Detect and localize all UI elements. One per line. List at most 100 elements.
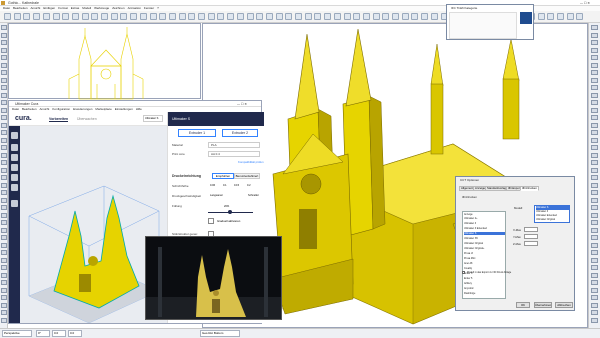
right-tool-button[interactable] (591, 235, 598, 240)
material-select[interactable]: PLA (208, 142, 260, 148)
toolbar-button[interactable] (265, 13, 273, 20)
right-tool-button[interactable] (591, 250, 598, 255)
toolbar-button[interactable] (333, 13, 341, 20)
toolbar-button[interactable] (130, 13, 138, 20)
left-tool-button[interactable] (1, 190, 7, 195)
layer-value[interactable]: 0.15 (234, 184, 239, 187)
right-tool-button[interactable] (591, 40, 598, 45)
list-item[interactable]: Anet A8 (464, 262, 505, 265)
left-tool-button[interactable] (1, 175, 7, 180)
layer-value[interactable]: 0.1 (223, 184, 227, 187)
right-tool-button[interactable] (591, 227, 598, 233)
x-max-field[interactable] (524, 227, 538, 232)
right-tool-button[interactable] (591, 272, 598, 278)
toolbar-button[interactable] (236, 13, 244, 20)
right-tool-button[interactable] (591, 175, 598, 180)
toolbar-button[interactable] (120, 13, 128, 20)
right-tool-button[interactable] (591, 115, 598, 120)
right-tool-button[interactable] (591, 212, 598, 218)
left-tool-button[interactable] (1, 317, 7, 323)
left-tool-button[interactable] (1, 152, 7, 158)
toolbar-button[interactable] (62, 13, 70, 20)
toolbar-button[interactable] (71, 13, 79, 20)
right-tool-button[interactable] (591, 190, 598, 195)
apply-button[interactable]: Übernehmen (534, 302, 552, 308)
toolbar-button[interactable] (295, 13, 302, 20)
viewport-front[interactable] (8, 23, 201, 100)
toolbar-button[interactable] (159, 13, 167, 20)
left-tool-button[interactable] (1, 272, 7, 278)
left-tool-button[interactable] (1, 137, 7, 143)
nozzle-select[interactable]: AA 0.4 (208, 151, 260, 157)
dropdown-option[interactable]: Ultimaker 3 (536, 210, 570, 214)
left-tool-button[interactable] (1, 40, 7, 45)
right-tool-button[interactable] (591, 317, 598, 323)
toolbar-button[interactable] (324, 13, 332, 20)
left-tool-button[interactable] (1, 220, 7, 225)
toolbar-button[interactable] (285, 13, 293, 20)
left-tool-button[interactable] (1, 265, 7, 270)
right-tool-button[interactable] (591, 47, 598, 53)
right-tool-button[interactable] (591, 205, 598, 210)
mode-recommended[interactable]: Empfohlen (212, 173, 234, 179)
right-tool-button[interactable] (591, 77, 598, 83)
toolbar-button[interactable] (4, 13, 11, 20)
toolbar-button[interactable] (372, 13, 380, 20)
left-tool-button[interactable] (1, 115, 7, 120)
right-tool-button[interactable] (591, 32, 598, 38)
layer-height-values[interactable]: 0.06 0.1 0.15 0.2 (210, 184, 260, 188)
list-item[interactable]: Prusa Mini (464, 257, 505, 260)
open-file-icon[interactable] (11, 132, 18, 139)
left-tool-button[interactable] (1, 130, 7, 135)
right-tool-button[interactable] (591, 310, 598, 315)
toolbar-button[interactable] (207, 13, 215, 20)
dialog-tab-3d-print[interactable]: 3D-Drucken (520, 186, 539, 191)
right-tool-button[interactable] (591, 122, 598, 128)
left-tool-button[interactable] (1, 257, 7, 263)
right-tool-button[interactable] (591, 137, 598, 143)
left-tool-button[interactable] (1, 310, 7, 315)
left-tool-button[interactable] (1, 280, 7, 285)
dropdown-option[interactable]: Ultimaker Original (536, 218, 570, 222)
right-tool-button[interactable] (591, 295, 598, 300)
right-tool-button[interactable] (591, 287, 598, 293)
toolbar-button[interactable] (343, 13, 351, 20)
toolbar-button[interactable] (227, 13, 235, 20)
left-tool-button[interactable] (1, 250, 7, 255)
left-tool-button[interactable] (1, 167, 7, 173)
list-item[interactable]: Ultimaker Original+ (464, 247, 505, 250)
right-tool-button[interactable] (591, 152, 598, 158)
tab-monitor[interactable]: Überwachen (77, 117, 97, 121)
toolbar-button[interactable] (430, 13, 438, 20)
list-item[interactable]: Ultimaker Original (464, 242, 505, 245)
y-max-field[interactable] (524, 234, 538, 239)
right-tool-button[interactable] (591, 182, 598, 188)
left-tool-button[interactable] (1, 70, 7, 75)
compatibility-link[interactable]: Kompatibilität prüfen (238, 160, 264, 164)
right-tool-button[interactable] (591, 160, 598, 165)
left-tool-button[interactable] (1, 205, 7, 210)
toolbar-button[interactable] (52, 13, 60, 20)
toolbar-button[interactable] (547, 13, 555, 20)
right-tool-button[interactable] (591, 167, 598, 173)
toolbar-button[interactable] (362, 13, 370, 20)
toolbar-button[interactable] (188, 13, 196, 20)
list-item[interactable]: Ender 5 (464, 277, 505, 280)
toolbar-button[interactable] (13, 13, 21, 20)
toolbar-button[interactable] (168, 13, 176, 20)
projection-select[interactable]: Perspektive (2, 330, 32, 337)
left-tool-button[interactable] (1, 100, 7, 105)
toolbar-button[interactable] (139, 13, 147, 20)
toolbar-button[interactable] (576, 13, 584, 20)
list-item[interactable]: Anycubic (464, 287, 505, 290)
extruder-1-tab[interactable]: Extruder 1 (178, 129, 216, 137)
left-tool-button[interactable] (1, 197, 7, 203)
right-tool-button[interactable] (591, 100, 598, 105)
list-item[interactable]: Ultimaker 2+ (464, 217, 505, 220)
right-tool-button[interactable] (591, 107, 598, 113)
left-tool-button[interactable] (1, 242, 7, 248)
toolbar-button[interactable] (178, 13, 186, 20)
toolbar-button[interactable] (256, 13, 264, 20)
toolbar-button[interactable] (101, 13, 108, 20)
toolbar-button[interactable] (314, 13, 322, 20)
